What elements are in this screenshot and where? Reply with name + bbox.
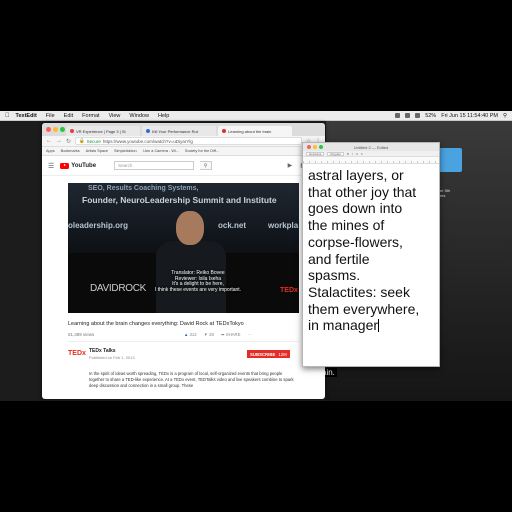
subscribe-button[interactable]: SUBSCRIBE 12M <box>247 350 290 358</box>
align-icon[interactable]: ≡ <box>361 152 363 156</box>
hamburger-icon[interactable]: ☰ <box>48 162 54 170</box>
backdrop-right: workpla <box>268 221 299 230</box>
speaker-name: DAVIDROCK <box>90 283 147 294</box>
document-text: astral layers, or that other joy that go… <box>308 167 420 334</box>
text-cursor <box>378 319 380 333</box>
underline-icon[interactable]: U <box>356 152 358 156</box>
upload-icon[interactable]: ▶ <box>288 162 293 169</box>
backdrop-text-top: SEO, Results Coaching Systems, <box>88 185 199 192</box>
tab-favicon-icon <box>222 129 226 133</box>
desktop-file-label[interactable]: er 5th ms <box>440 188 450 198</box>
divider <box>68 341 299 342</box>
menu-app-name[interactable]: TextEdit <box>16 113 37 119</box>
publish-date: Published on Feb 1, 2013 <box>89 355 135 360</box>
menu-window[interactable]: Window <box>129 113 149 119</box>
video-description: In the spirit of ideas worth spreading, … <box>89 371 294 388</box>
thumbs-up-icon: ▲ <box>184 332 189 337</box>
tray-icon[interactable] <box>405 113 411 118</box>
menu-edit[interactable]: Edit <box>64 113 73 119</box>
url-text: https://www.youtube.com/watch?v=uDiyarYl… <box>102 138 193 144</box>
minimize-icon[interactable] <box>53 127 58 132</box>
video-title: Learning about the brain changes everyth… <box>68 321 244 327</box>
menu-clock[interactable]: Fri Jun 15 11:54:40 PM <box>441 113 498 119</box>
youtube-logo[interactable]: YouTube <box>60 162 96 169</box>
video-player[interactable]: SEO, Results Coaching Systems, Founder, … <box>68 183 299 313</box>
backdrop-mid: ock.net <box>218 221 247 230</box>
menu-extras: 52% Fri Jun 15 11:54:40 PM ⚲ <box>395 113 512 119</box>
more-icon[interactable]: ⋯ <box>248 332 252 338</box>
tab-performance-rut[interactable]: Kill Your Performance Rut <box>142 126 216 136</box>
channel-avatar[interactable]: TEDx <box>68 350 86 357</box>
menu-help[interactable]: Help <box>158 113 169 119</box>
bookmark-simpleaddon[interactable]: SimpleAddon <box>114 149 137 153</box>
ruler[interactable] <box>303 157 439 164</box>
tab-learning-brain[interactable]: Learning about the brain <box>218 126 292 136</box>
close-icon[interactable] <box>46 127 51 132</box>
bookmark-bookmarks[interactable]: Bookmarks <box>61 149 80 153</box>
tab-favicon-icon <box>70 129 74 133</box>
font-family-select[interactable]: Helvetica <box>306 151 325 156</box>
italic-icon[interactable]: I <box>352 152 353 156</box>
lock-icon: 🔒 <box>79 138 85 143</box>
document-title: Untitled 2 — Edited <box>353 144 389 150</box>
browser-window: VR Experience | Page 3 | St Kill Your Pe… <box>42 123 325 399</box>
dislike-button[interactable]: ▼ 28 <box>204 332 214 338</box>
youtube-play-icon <box>60 162 70 169</box>
video-actions: ▲ 312 ▼ 28 ➦ SHARE ⋯ <box>184 332 252 338</box>
text-editor[interactable]: astral layers, or that other joy that go… <box>303 164 439 334</box>
back-icon[interactable]: ← <box>46 138 52 144</box>
menu-view[interactable]: View <box>109 113 121 119</box>
maximize-icon[interactable] <box>60 127 65 132</box>
reload-icon[interactable]: ↻ <box>66 138 71 145</box>
tedx-brand: TEDx <box>280 287 298 294</box>
bold-icon[interactable]: B <box>347 152 349 156</box>
battery-percent[interactable]: 52% <box>425 113 436 119</box>
backdrop-text: Founder, NeuroLeadership Summit and Inst… <box>82 195 277 205</box>
font-style-select[interactable]: Regular <box>327 151 344 156</box>
window-controls <box>46 127 65 132</box>
share-button[interactable]: ➦ SHARE <box>221 332 241 338</box>
forward-icon[interactable]: → <box>56 138 62 144</box>
menu-file[interactable]: File <box>46 113 55 119</box>
desktop-screen:  TextEdit File Edit Format View Window … <box>0 111 512 401</box>
video-subtitles: Translator: Reiko Bovee Reviewer: Isila … <box>154 270 242 294</box>
bookmark-i-am-a-camera[interactable]: I Am a Camera - Wi... <box>143 149 179 153</box>
wifi-icon[interactable] <box>415 113 421 118</box>
spotlight-icon[interactable]: ⚲ <box>503 113 507 119</box>
subscriber-count: 12M <box>278 351 287 357</box>
apple-icon[interactable]:  <box>5 113 10 119</box>
like-button[interactable]: ▲ 312 <box>184 332 197 338</box>
menu-format[interactable]: Format <box>82 113 99 119</box>
thumbs-down-icon: ▼ <box>203 332 208 337</box>
channel-name[interactable]: TEDx Talks <box>89 348 116 354</box>
bookmark-apps[interactable]: Apps <box>46 149 55 153</box>
share-icon: ➦ <box>220 332 225 337</box>
backdrop-left: oleadership.org <box>68 221 129 230</box>
url-field[interactable]: 🔒 Secure https://www.youtube.com/watch?v… <box>75 137 302 145</box>
bookmark-society[interactable]: Society for the Diff... <box>185 149 219 153</box>
secure-label: Secure <box>86 138 101 144</box>
speaker-head <box>176 211 204 245</box>
bookmarks-bar: Apps Bookmarks Artists Space SimpleAddon… <box>42 147 325 156</box>
youtube-header: ☰ YouTube Search ⚲ ▶ ▦ ✉ <box>42 156 325 176</box>
bookmark-artists-space[interactable]: Artists Space <box>86 149 108 153</box>
textedit-window: Untitled 2 — Edited Helvetica Regular B … <box>302 142 440 367</box>
textedit-titlebar: Untitled 2 — Edited <box>303 143 439 151</box>
menu-bar:  TextEdit File Edit Format View Window … <box>0 111 512 121</box>
tab-bar: VR Experience | Page 3 | St Kill Your Pe… <box>42 123 325 136</box>
tray-icon[interactable] <box>395 113 401 118</box>
tab-vr-experience[interactable]: VR Experience | Page 3 | St <box>66 126 140 136</box>
address-bar: ← → ↻ 🔒 Secure https://www.youtube.com/w… <box>42 136 325 147</box>
view-count: 61,389 views <box>68 332 95 337</box>
search-icon[interactable]: ⚲ <box>200 161 213 170</box>
search-input[interactable]: Search <box>114 161 195 170</box>
tab-favicon-icon <box>146 129 150 133</box>
